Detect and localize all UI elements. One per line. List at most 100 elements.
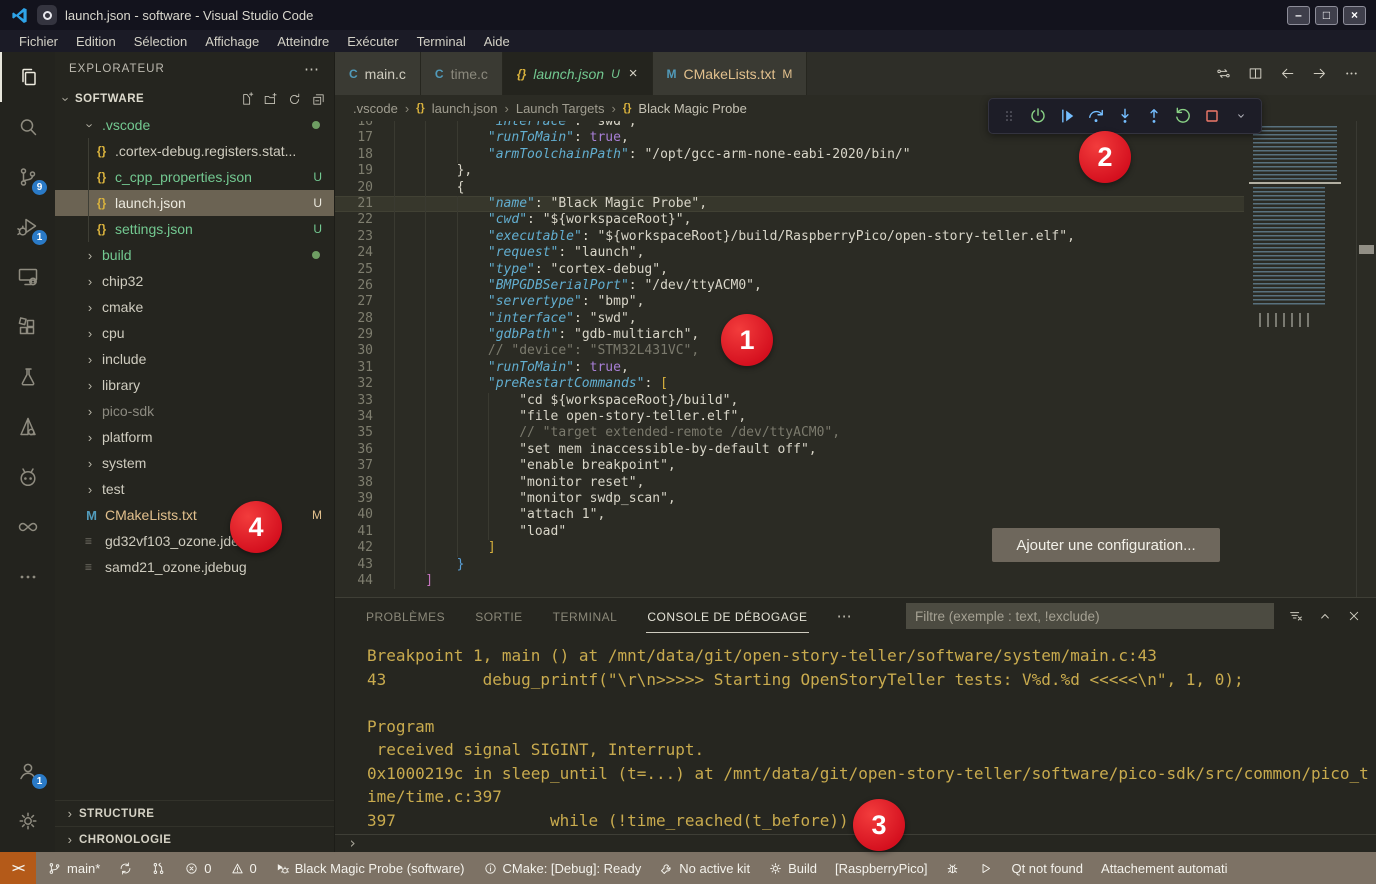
section-header-chronologie[interactable]: › CHRONOLOGIE bbox=[55, 826, 334, 852]
panel-tab-sortie[interactable]: SORTIE bbox=[474, 599, 523, 633]
collapse-all-button[interactable] bbox=[311, 92, 326, 107]
debug-step-out-button[interactable] bbox=[1140, 102, 1168, 130]
debug-chevron-down-button[interactable] bbox=[1227, 102, 1255, 130]
activity-cmake-tools[interactable] bbox=[0, 402, 55, 452]
activity-remote-explorer[interactable] bbox=[0, 252, 55, 302]
status-debug-alt[interactable]: Black Magic Probe (software) bbox=[266, 852, 474, 884]
scrollbar-thumb[interactable] bbox=[1359, 245, 1374, 254]
status-pr[interactable] bbox=[142, 852, 175, 884]
close-button[interactable] bbox=[1346, 608, 1362, 624]
tree-item-cpu[interactable]: ›cpu bbox=[55, 320, 334, 346]
activity-run-debug[interactable]: 1 bbox=[0, 202, 55, 252]
tree-item-gd32vf103_ozone.jdebug[interactable]: gd32vf103_ozone.jdebug bbox=[55, 528, 334, 554]
tree-item-c_cpp_properties.json[interactable]: {}c_cpp_properties.jsonU bbox=[55, 164, 334, 190]
tree-item-CMakeLists.txt[interactable]: MCMakeLists.txtM bbox=[55, 502, 334, 528]
add-configuration-button[interactable]: Ajouter une configuration... bbox=[992, 528, 1220, 562]
activity-files[interactable] bbox=[0, 52, 55, 102]
tree-item-settings.json[interactable]: {}settings.jsonU bbox=[55, 216, 334, 242]
debug-step-into-button[interactable] bbox=[1111, 102, 1139, 130]
menu-item-terminal[interactable]: Terminal bbox=[408, 33, 475, 50]
debug-power-button[interactable] bbox=[1024, 102, 1052, 130]
tab-launch.json[interactable]: {}launch.jsonU× bbox=[503, 52, 653, 95]
more-dots-button[interactable] bbox=[1343, 65, 1360, 82]
status-attachement-automati[interactable]: Attachement automati bbox=[1092, 852, 1236, 884]
chevron-up-button[interactable] bbox=[1317, 608, 1333, 624]
menu-item-affichage[interactable]: Affichage bbox=[196, 33, 268, 50]
arrow-right-button[interactable] bbox=[1311, 65, 1328, 82]
tree-item-system[interactable]: ›system bbox=[55, 450, 334, 476]
status-remote[interactable]: >< bbox=[0, 852, 36, 884]
tree-item-chip32[interactable]: ›chip32 bbox=[55, 268, 334, 294]
activity-account[interactable]: 1 bbox=[0, 746, 55, 796]
status-warning-triangle[interactable]: 0 bbox=[221, 852, 266, 884]
menu-item-sélection[interactable]: Sélection bbox=[125, 33, 196, 50]
debug-grip-button[interactable] bbox=[995, 102, 1023, 130]
tab-time.c[interactable]: Ctime.c bbox=[421, 52, 503, 95]
menu-item-fichier[interactable]: Fichier bbox=[10, 33, 67, 50]
status-bug[interactable] bbox=[936, 852, 969, 884]
minimap[interactable] bbox=[1245, 121, 1355, 597]
activity-test-beaker[interactable] bbox=[0, 352, 55, 402]
vertical-scrollbar[interactable] bbox=[1356, 121, 1376, 597]
tree-item-launch.json[interactable]: {}launch.jsonU bbox=[55, 190, 334, 216]
tree-item-build[interactable]: ›build bbox=[55, 242, 334, 268]
close-button[interactable]: × bbox=[1343, 6, 1366, 25]
activity-more[interactable] bbox=[0, 552, 55, 602]
debug-continue-button[interactable] bbox=[1053, 102, 1081, 130]
section-header-software[interactable]: › SOFTWARE bbox=[55, 86, 334, 112]
arrow-left-button[interactable] bbox=[1279, 65, 1296, 82]
tab-CMakeLists.txt[interactable]: MCMakeLists.txtM bbox=[653, 52, 808, 95]
tree-item-library[interactable]: ›library bbox=[55, 372, 334, 398]
menu-item-edition[interactable]: Edition bbox=[67, 33, 125, 50]
debug-restart-button[interactable] bbox=[1169, 102, 1197, 130]
more-actions-icon[interactable]: ⋯ bbox=[304, 60, 320, 78]
panel-tab-terminal[interactable]: TERMINAL bbox=[552, 599, 619, 633]
activity-search[interactable] bbox=[0, 102, 55, 152]
section-header-structure[interactable]: › STRUCTURE bbox=[55, 800, 334, 826]
filter-clear-button[interactable] bbox=[1288, 608, 1304, 624]
status-qt-not-found[interactable]: Qt not found bbox=[1002, 852, 1092, 884]
tree-item-.cortex-debug.registers.stat...[interactable]: {}.cortex-debug.registers.stat... bbox=[55, 138, 334, 164]
new-file-button[interactable] bbox=[239, 92, 254, 107]
code-editor[interactable]: 16"interface": "swd",17"runToMain": true… bbox=[335, 121, 1376, 597]
panel-tab-probl-mes[interactable]: PROBLÈMES bbox=[365, 599, 446, 633]
open-changes-button[interactable] bbox=[1215, 65, 1232, 82]
status-error-circle[interactable]: 0 bbox=[175, 852, 220, 884]
activity-extensions[interactable] bbox=[0, 302, 55, 352]
new-folder-button[interactable] bbox=[263, 92, 278, 107]
tree-item-platform[interactable]: ›platform bbox=[55, 424, 334, 450]
refresh-button[interactable] bbox=[287, 92, 302, 107]
panel-tab-console-de-d-bogage[interactable]: CONSOLE DE DÉBOGAGE bbox=[646, 599, 808, 633]
tree-item-cmake[interactable]: ›cmake bbox=[55, 294, 334, 320]
breadcrumb-item[interactable]: Launch Targets bbox=[516, 101, 605, 116]
activity-vs-logo[interactable] bbox=[0, 502, 55, 552]
tree-item-pico-sdk[interactable]: ›pico-sdk bbox=[55, 398, 334, 424]
tab-main.c[interactable]: Cmain.c bbox=[335, 52, 421, 95]
maximize-button[interactable]: □ bbox=[1315, 6, 1338, 25]
split-editor-button[interactable] bbox=[1247, 65, 1264, 82]
status-play[interactable] bbox=[969, 852, 1002, 884]
tree-item-include[interactable]: ›include bbox=[55, 346, 334, 372]
menu-item-aide[interactable]: Aide bbox=[475, 33, 519, 50]
status-branch[interactable]: main* bbox=[38, 852, 109, 884]
status-tools[interactable]: No active kit bbox=[650, 852, 759, 884]
status-sync[interactable] bbox=[109, 852, 142, 884]
activity-settings-gear[interactable] bbox=[0, 796, 55, 846]
menu-item-atteindre[interactable]: Atteindre bbox=[268, 33, 338, 50]
breadcrumb-item[interactable]: launch.json bbox=[432, 101, 498, 116]
breadcrumb-item[interactable]: .vscode bbox=[353, 101, 398, 116]
status-info[interactable]: CMake: [Debug]: Ready bbox=[474, 852, 651, 884]
debug-stop-button[interactable] bbox=[1198, 102, 1226, 130]
status-gear[interactable]: Build bbox=[759, 852, 826, 884]
tree-item-test[interactable]: ›test bbox=[55, 476, 334, 502]
activity-platformio[interactable] bbox=[0, 452, 55, 502]
tree-item-.vscode[interactable]: ›.vscode bbox=[55, 112, 334, 138]
breadcrumb-item[interactable]: Black Magic Probe bbox=[638, 101, 746, 116]
tree-item-samd21_ozone.jdebug[interactable]: samd21_ozone.jdebug bbox=[55, 554, 334, 580]
activity-source-control[interactable]: 9 bbox=[0, 152, 55, 202]
more-actions-icon[interactable]: ⋯ bbox=[837, 607, 852, 625]
menu-item-exécuter[interactable]: Exécuter bbox=[338, 33, 407, 50]
debug-filter-input[interactable] bbox=[906, 603, 1274, 629]
status--raspberrypico-[interactable]: [RaspberryPico] bbox=[826, 852, 936, 884]
minimize-button[interactable]: – bbox=[1287, 6, 1310, 25]
